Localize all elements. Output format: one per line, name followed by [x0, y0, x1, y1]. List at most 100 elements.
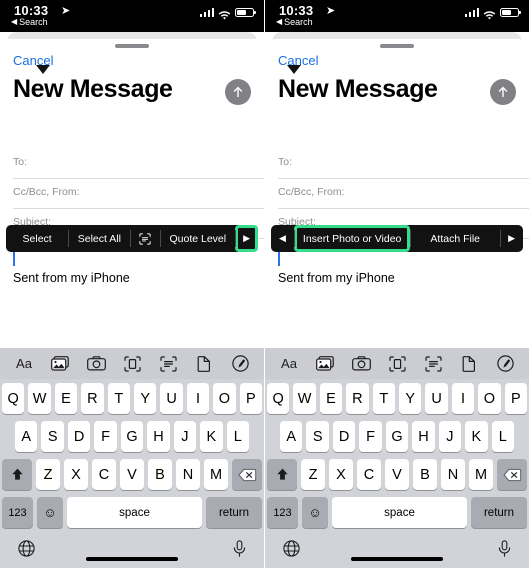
sheet-grabber[interactable]	[380, 44, 414, 48]
key-f[interactable]: F	[94, 421, 117, 452]
field-cc-bcc-from[interactable]: Cc/Bcc, From:	[265, 179, 529, 209]
numbers-key[interactable]: 123	[267, 497, 298, 528]
space-key[interactable]: space	[332, 497, 467, 528]
key-y[interactable]: Y	[134, 383, 157, 414]
edit-menu-next-page-arrow[interactable]: ▶	[235, 225, 258, 252]
scan-document-icon[interactable]	[120, 353, 144, 375]
camera-icon[interactable]	[349, 353, 373, 375]
edit-menu-prev-page-arrow[interactable]: ◀	[271, 225, 294, 252]
key-d[interactable]: D	[67, 421, 91, 452]
key-q[interactable]: Q	[1, 383, 25, 414]
text-format-icon[interactable]: Aa	[277, 353, 301, 375]
key-y[interactable]: Y	[399, 383, 422, 414]
shift-icon[interactable]	[2, 459, 32, 490]
space-key[interactable]: space	[67, 497, 202, 528]
globe-icon[interactable]	[18, 539, 35, 561]
key-n[interactable]: N	[176, 459, 200, 490]
shift-icon[interactable]	[267, 459, 297, 490]
edit-menu-attach-file[interactable]: Attach File	[410, 225, 500, 252]
key-p[interactable]: P	[504, 383, 528, 414]
key-m[interactable]: M	[204, 459, 228, 490]
emoji-icon[interactable]: ☺	[37, 497, 63, 528]
scan-document-icon[interactable]	[385, 353, 409, 375]
key-k[interactable]: K	[465, 421, 488, 452]
key-e[interactable]: E	[54, 383, 78, 414]
key-i[interactable]: I	[451, 383, 475, 414]
key-g[interactable]: G	[385, 421, 409, 452]
send-button[interactable]	[490, 79, 516, 105]
sheet-grabber[interactable]	[115, 44, 149, 48]
key-m[interactable]: M	[469, 459, 493, 490]
key-x[interactable]: X	[64, 459, 88, 490]
delete-icon[interactable]	[232, 459, 262, 490]
scan-text-icon[interactable]	[156, 353, 180, 375]
key-l[interactable]: L	[226, 421, 249, 452]
message-body[interactable]: Sent from my iPhone	[278, 249, 519, 285]
attach-file-icon[interactable]	[192, 353, 216, 375]
key-o[interactable]: O	[213, 383, 236, 414]
delete-icon[interactable]	[497, 459, 527, 490]
field-to[interactable]: To:	[0, 149, 264, 179]
key-b[interactable]: B	[148, 459, 172, 490]
edit-menu-select-all[interactable]: Select All	[68, 225, 130, 252]
home-indicator[interactable]	[351, 557, 443, 561]
key-h[interactable]: H	[147, 421, 170, 452]
microphone-icon[interactable]	[233, 539, 246, 561]
key-d[interactable]: D	[332, 421, 356, 452]
key-a[interactable]: A	[15, 421, 38, 452]
edit-menu-select[interactable]: Select	[6, 225, 68, 252]
key-x[interactable]: X	[329, 459, 353, 490]
field-to[interactable]: To:	[265, 149, 529, 179]
return-key[interactable]: return	[471, 497, 527, 528]
key-j[interactable]: J	[173, 421, 197, 452]
message-body[interactable]: Sent from my iPhone	[13, 249, 254, 285]
key-a[interactable]: A	[280, 421, 303, 452]
numbers-key[interactable]: 123	[2, 497, 33, 528]
key-t[interactable]: T	[372, 383, 395, 414]
key-i[interactable]: I	[186, 383, 210, 414]
edit-menu-next-page-arrow[interactable]: ▶	[500, 225, 523, 252]
key-k[interactable]: K	[200, 421, 223, 452]
key-l[interactable]: L	[491, 421, 514, 452]
attach-file-icon[interactable]	[457, 353, 481, 375]
markup-icon[interactable]	[228, 353, 252, 375]
key-g[interactable]: G	[120, 421, 144, 452]
edit-menu[interactable]: ◀ Insert Photo or Video Attach File ▶	[271, 225, 523, 252]
scan-text-icon[interactable]	[421, 353, 445, 375]
globe-icon[interactable]	[283, 539, 300, 561]
key-q[interactable]: Q	[266, 383, 290, 414]
edit-menu-insert-photo-or-video[interactable]: Insert Photo or Video	[293, 225, 410, 252]
photo-library-icon[interactable]	[48, 353, 72, 375]
status-bar-back-to-search[interactable]: ◀ Search	[11, 17, 48, 27]
key-e[interactable]: E	[319, 383, 343, 414]
photo-library-icon[interactable]	[313, 353, 337, 375]
key-o[interactable]: O	[478, 383, 501, 414]
key-c[interactable]: C	[92, 459, 116, 490]
key-f[interactable]: F	[359, 421, 382, 452]
key-t[interactable]: T	[107, 383, 130, 414]
text-format-icon[interactable]: Aa	[12, 353, 36, 375]
home-indicator[interactable]	[86, 557, 178, 561]
key-s[interactable]: S	[41, 421, 64, 452]
key-b[interactable]: B	[413, 459, 437, 490]
edit-menu-quote-level[interactable]: Quote Level	[160, 225, 235, 252]
send-button[interactable]	[225, 79, 251, 105]
markup-icon[interactable]	[493, 353, 517, 375]
edit-menu[interactable]: Select Select All Quote Level ▶	[6, 225, 258, 252]
key-j[interactable]: J	[438, 421, 462, 452]
key-u[interactable]: U	[425, 383, 448, 414]
key-r[interactable]: R	[81, 383, 104, 414]
key-p[interactable]: P	[239, 383, 263, 414]
key-z[interactable]: Z	[36, 459, 60, 490]
key-v[interactable]: V	[120, 459, 144, 490]
edit-menu-scan-text[interactable]	[130, 225, 160, 252]
key-c[interactable]: C	[357, 459, 381, 490]
key-w[interactable]: W	[293, 383, 316, 414]
key-h[interactable]: H	[412, 421, 435, 452]
camera-icon[interactable]	[84, 353, 108, 375]
key-s[interactable]: S	[306, 421, 329, 452]
return-key[interactable]: return	[206, 497, 262, 528]
emoji-icon[interactable]: ☺	[302, 497, 328, 528]
key-v[interactable]: V	[385, 459, 409, 490]
key-z[interactable]: Z	[301, 459, 325, 490]
